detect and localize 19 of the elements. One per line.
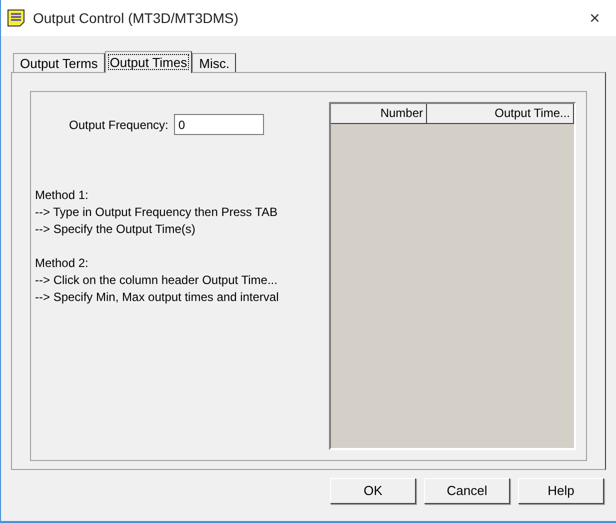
method-heading: Method 1: <box>35 187 90 204</box>
instruction-step: --> Click on the column header Output Time... <box>35 272 311 289</box>
dialog-button[interactable]: OK <box>330 478 416 504</box>
list-document-icon <box>7 9 25 27</box>
tab[interactable]: Output Times <box>104 51 192 73</box>
column-header[interactable]: Output Time... <box>427 104 574 124</box>
column-header[interactable]: Number <box>331 104 427 124</box>
input-field[interactable]: 0 <box>174 114 264 135</box>
instruction-step: --> Specify the Output Time(s) <box>35 221 311 238</box>
window-title: Output Control (MT3D/MT3DMS) <box>33 8 238 28</box>
instruction-step: --> Type in Output Frequency then Press TAB <box>35 204 311 221</box>
dialog-button[interactable]: Help <box>518 478 604 504</box>
method-heading: Method 2: <box>35 255 90 272</box>
field-label: Output Frequency: <box>69 116 168 134</box>
tab[interactable]: Misc. <box>192 53 236 72</box>
tab[interactable]: Output Terms <box>13 53 105 72</box>
close-button[interactable]: × <box>585 9 604 27</box>
dialog-button[interactable]: Cancel <box>424 478 510 504</box>
instruction-step: --> Specify Min, Max output times and interval <box>35 289 311 306</box>
